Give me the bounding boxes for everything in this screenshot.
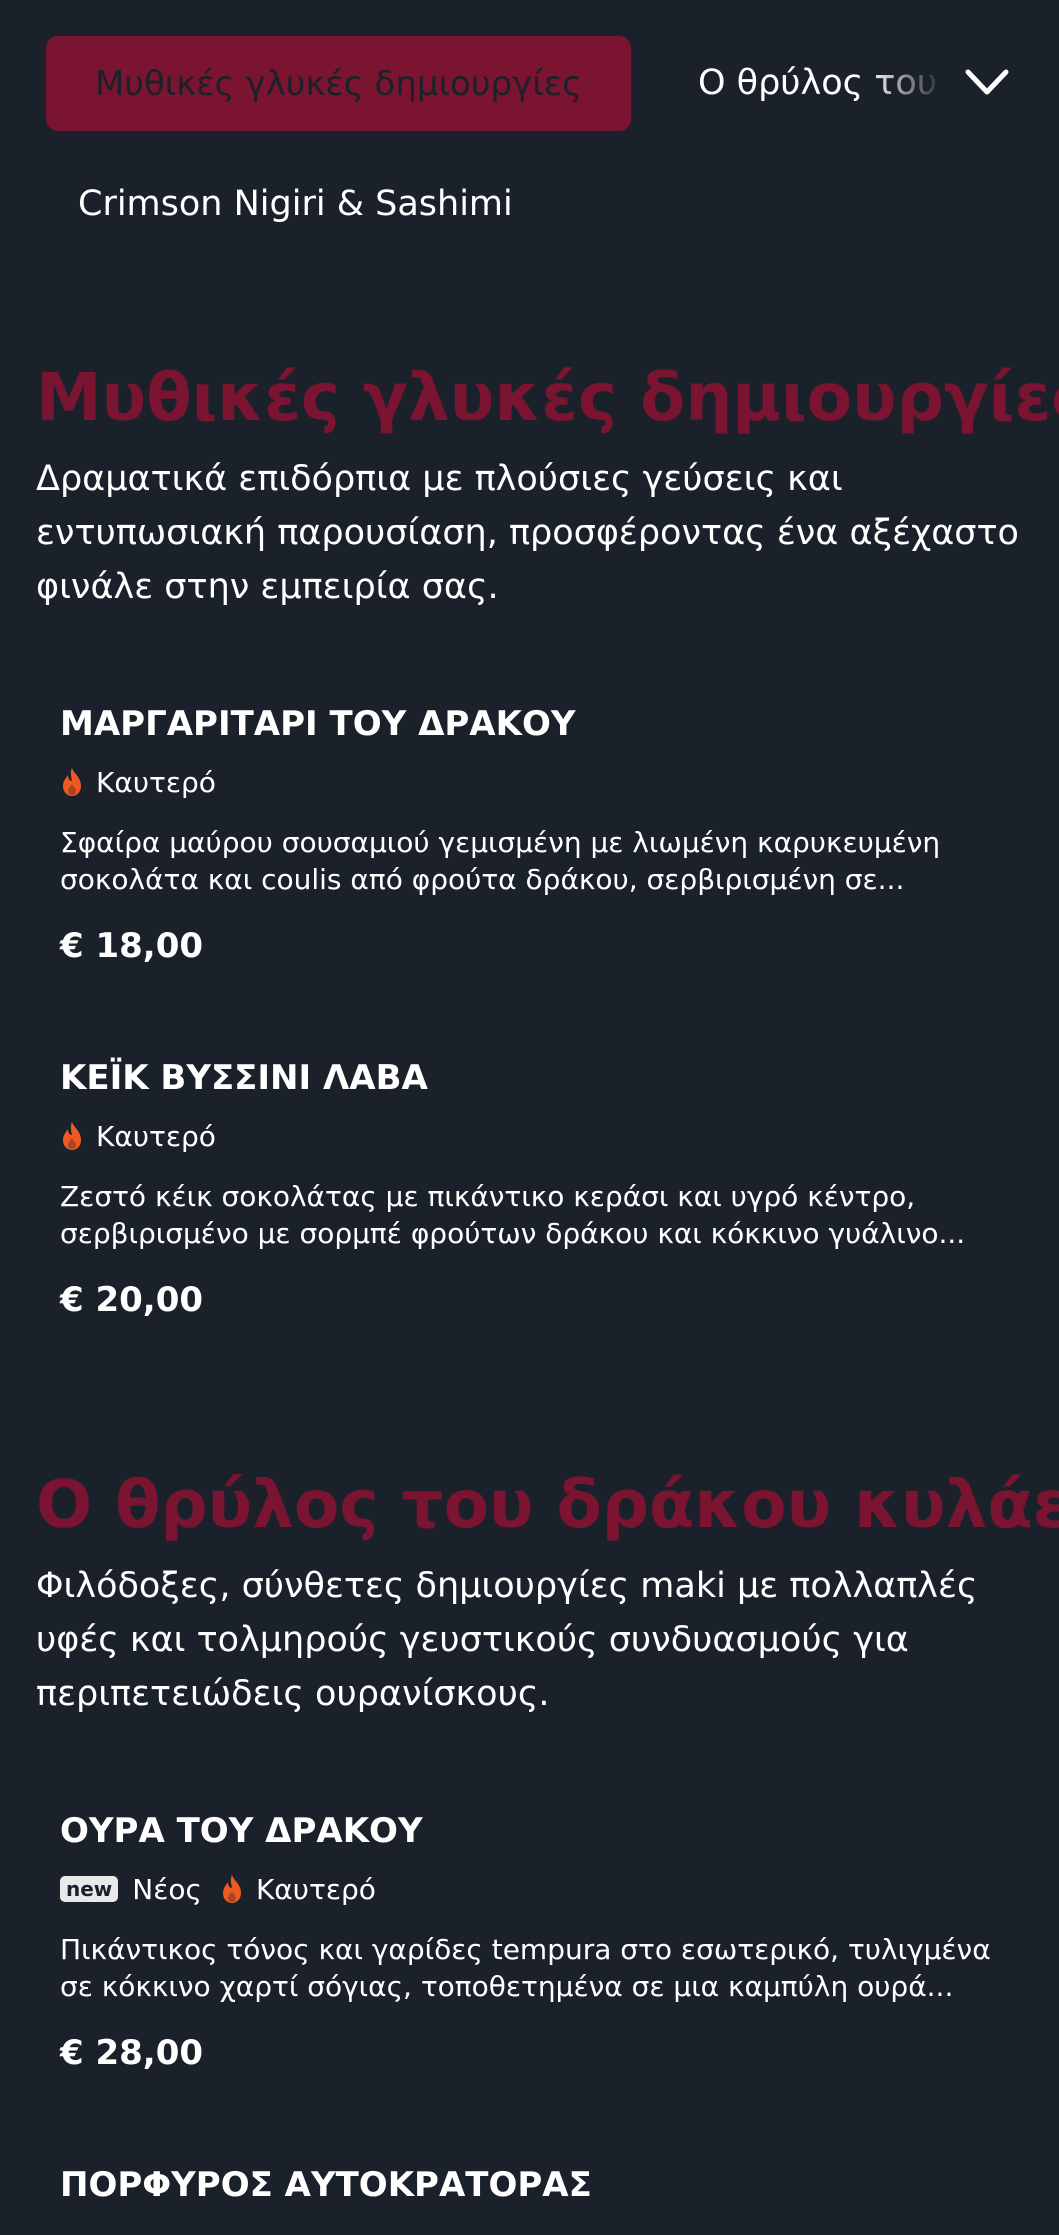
menu-item[interactable]: ΚΕΪΚ ΒΥΣΣΙΝΙ ΛΑΒΑ Καυτερό Ζεστό κέικ σοκ… <box>60 1056 1010 1322</box>
flame-icon <box>63 768 81 796</box>
section-description: Δραματικά επιδόρπια με πλούσιες γεύσεις … <box>36 459 1019 607</box>
category-nav: Μυθικές γλυκές δημιουργίες Ο θρύλος του … <box>0 0 1059 224</box>
category-tab-active[interactable]: Μυθικές γλυκές δημιουργίες <box>46 36 631 131</box>
item-tags: Καυτερό <box>60 1116 1010 1156</box>
section-title: Ο θρύλος του δράκου κυλάει <box>36 1466 1059 1543</box>
item-description: Σφαίρα μαύρου σουσαμιού γεμισμένη με λιω… <box>60 826 941 896</box>
spicy-tag: Καυτερό <box>220 1873 376 1906</box>
item-name: ΜΑΡΓΑΡΙΤΑΡΙ ΤΟΥ ΔΡΑΚΟΥ <box>60 704 576 744</box>
spicy-tag: Καυτερό <box>60 766 216 799</box>
new-label: Νέος <box>132 1872 202 1906</box>
new-badge-icon: new <box>60 1876 119 1902</box>
new-tag: new Νέος <box>60 1873 202 1906</box>
item-price: € 18,00 <box>60 926 204 966</box>
section-title: Μυθικές γλυκές δημιουργίες <box>36 359 1059 436</box>
item-description: Ζεστό κέικ σοκολάτας με πικάντικο κεράσι… <box>60 1180 966 1250</box>
menu-item[interactable]: ΜΑΡΓΑΡΙΤΑΡΙ ΤΟΥ ΔΡΑΚΟΥ Καυτερό Σφαίρα μα… <box>60 702 1010 968</box>
chevron-down-icon[interactable] <box>962 62 1012 102</box>
item-name: ΠΟΡΦΥΡΟΣ ΑΥΤΟΚΡΑΤΟΡΑΣ <box>60 2165 592 2205</box>
spicy-label: Καυτερό <box>96 765 216 799</box>
menu-item[interactable]: ΠΟΡΦΥΡΟΣ ΑΥΤΟΚΡΑΤΟΡΑΣ <box>60 2163 1010 2207</box>
spicy-tag: Καυτερό <box>60 1120 216 1153</box>
spicy-label: Καυτερό <box>96 1119 216 1153</box>
item-price: € 28,00 <box>60 2033 204 2073</box>
item-tags: new Νέος Καυτερό <box>60 1869 1010 1909</box>
tab-fade-overlay <box>868 50 958 116</box>
menu-item[interactable]: ΟΥΡΑ ΤΟΥ ΔΡΑΚΟΥ new Νέος Καυτερό Πικάντι… <box>60 1809 1010 2075</box>
item-name: ΚΕΪΚ ΒΥΣΣΙΝΙ ΛΑΒΑ <box>60 1058 428 1098</box>
spicy-label: Καυτερό <box>255 1872 376 1906</box>
item-description: Πικάντικος τόνος και γαρίδες tempura στο… <box>60 1933 991 2003</box>
section-description: Φιλόδοξες, σύνθετες δημιουργίες maki με … <box>36 1566 978 1714</box>
category-tab-nigiri[interactable]: Crimson Nigiri & Sashimi <box>78 180 513 228</box>
flame-icon <box>222 1875 241 1903</box>
flame-icon <box>63 1122 81 1150</box>
item-price: € 20,00 <box>60 1280 204 1320</box>
item-tags: Καυτερό <box>60 762 1010 802</box>
item-name: ΟΥΡΑ ΤΟΥ ΔΡΑΚΟΥ <box>60 1811 423 1851</box>
